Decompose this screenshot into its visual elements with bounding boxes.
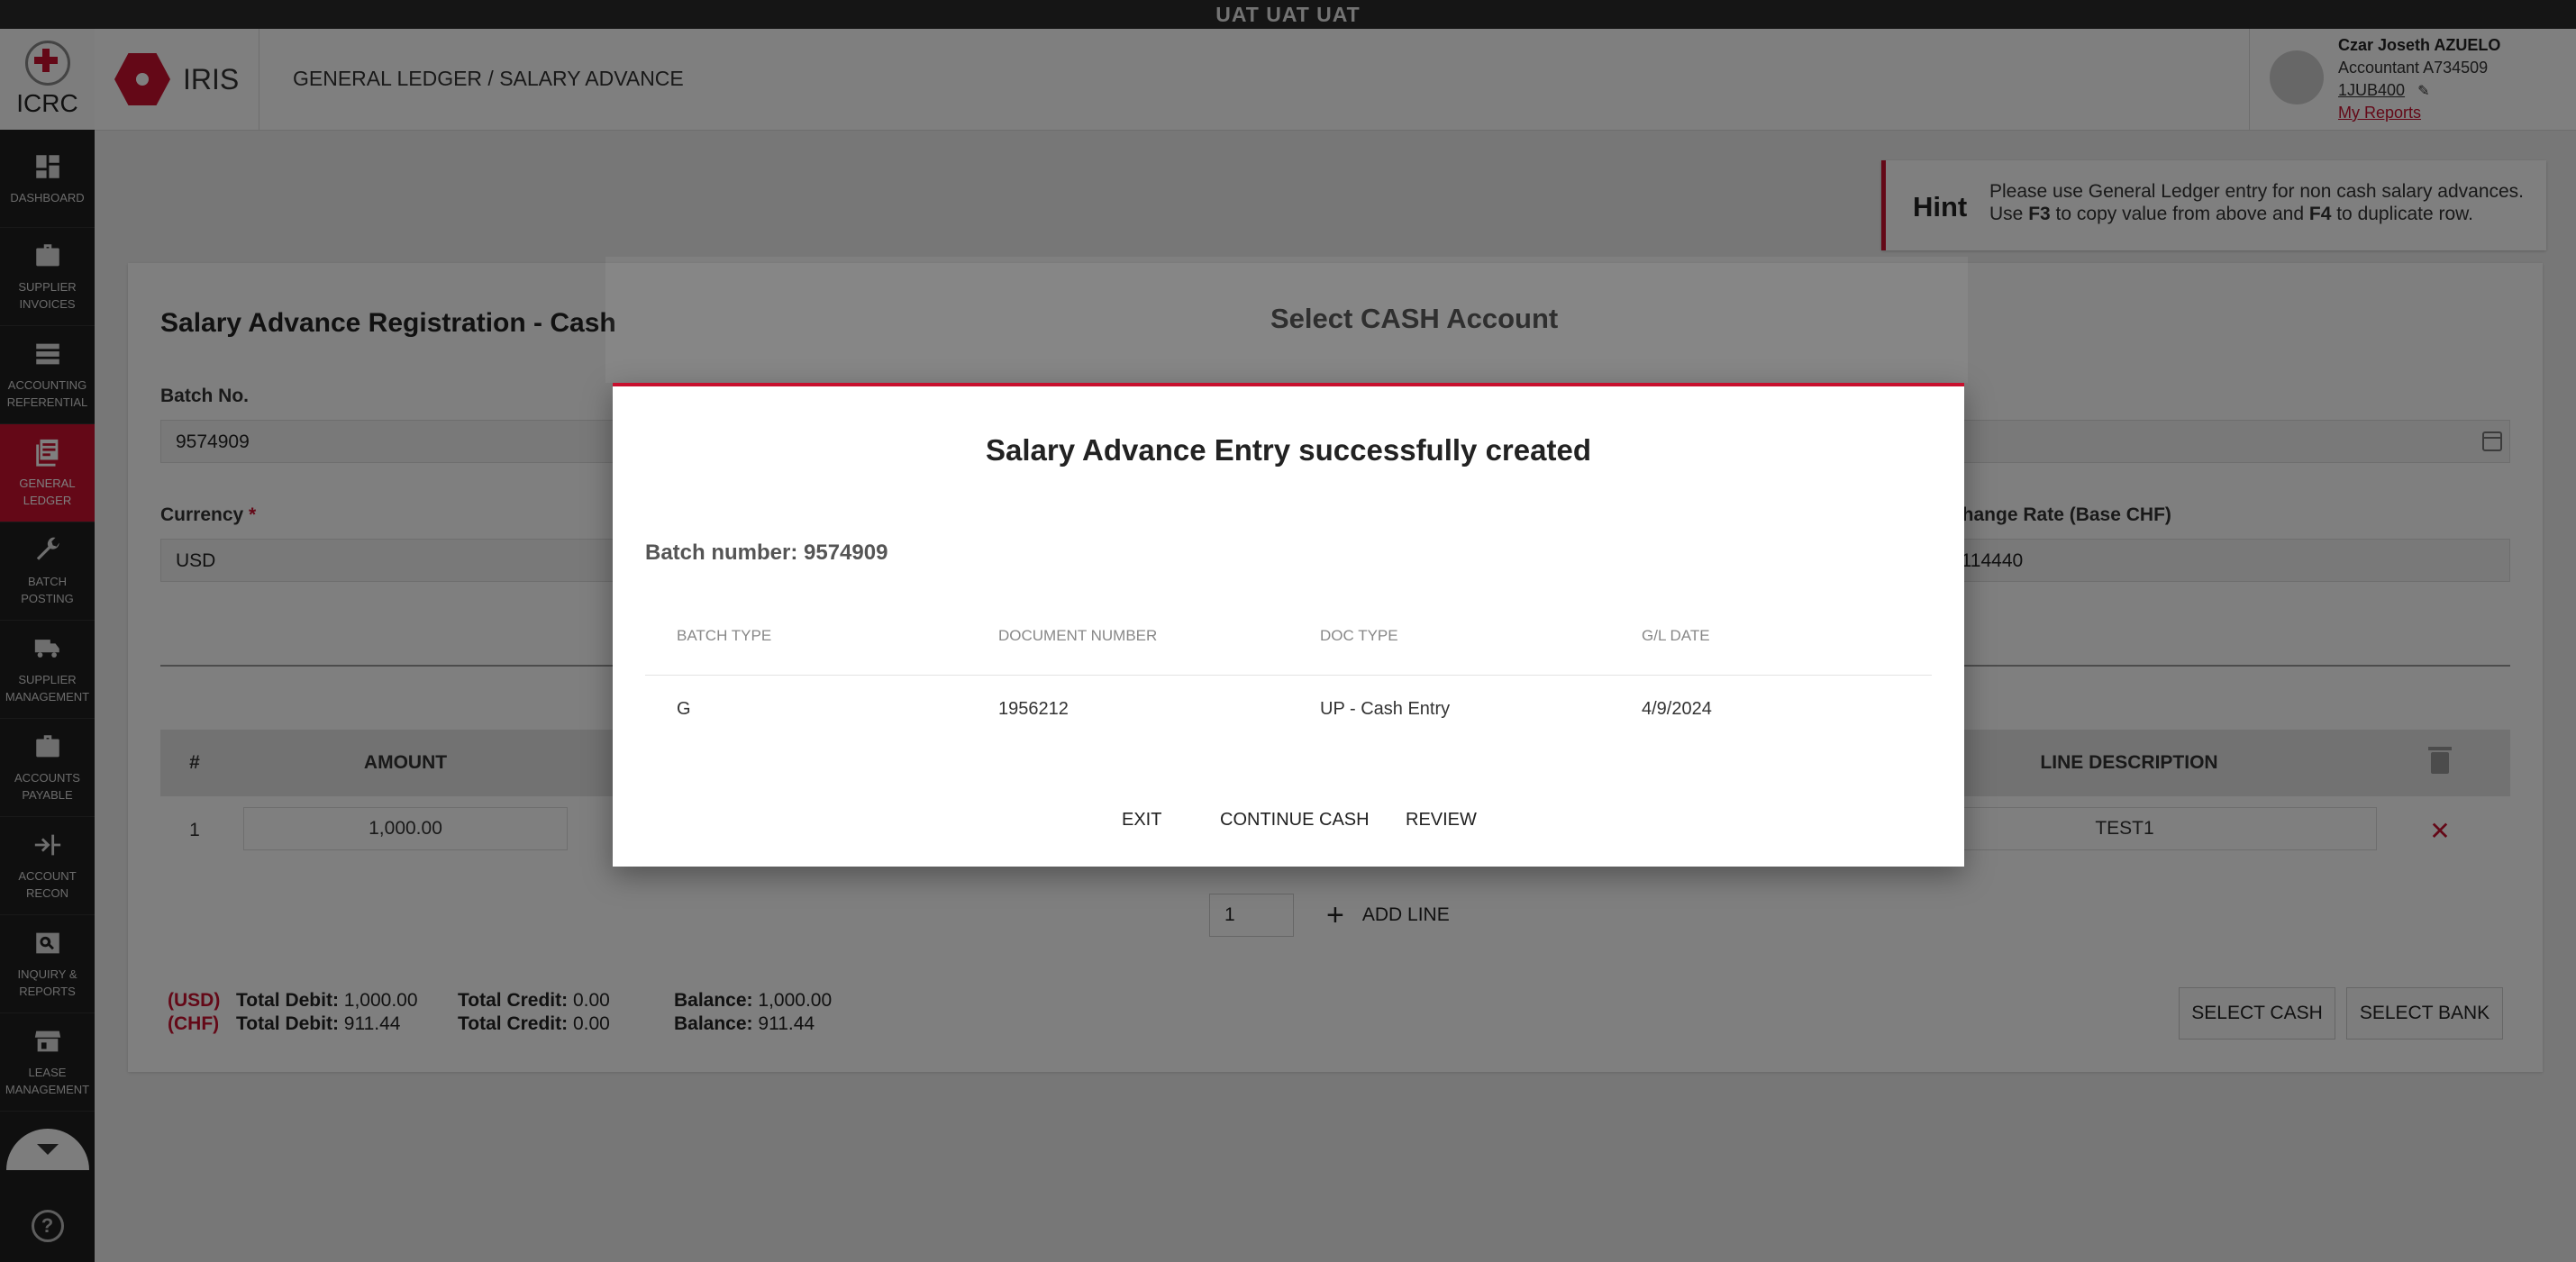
col-gl-date: G/L DATE	[1642, 627, 1710, 644]
select-cash-dialog	[605, 257, 1968, 383]
dialog-title: Salary Advance Entry successfully create…	[986, 433, 1591, 467]
cell-doc-type: UP - Cash Entry	[1320, 699, 1451, 719]
divider	[645, 675, 1932, 676]
exit-button[interactable]: EXIT	[1122, 810, 1161, 831]
cell-batch-type: G	[677, 699, 691, 719]
col-document-number: DOCUMENT NUMBER	[998, 627, 1158, 644]
col-doc-type: DOC TYPE	[1320, 627, 1398, 644]
dialog-batch-number: Batch number: 9574909	[645, 540, 888, 565]
col-batch-type: BATCH TYPE	[677, 627, 772, 644]
cell-gl-date: 4/9/2024	[1642, 699, 1712, 719]
cell-document-number: 1956212	[998, 699, 1069, 719]
continue-cash-button[interactable]: CONTINUE CASH	[1220, 810, 1370, 831]
success-dialog: Salary Advance Entry successfully create…	[613, 383, 1964, 867]
review-button[interactable]: REVIEW	[1406, 810, 1477, 831]
